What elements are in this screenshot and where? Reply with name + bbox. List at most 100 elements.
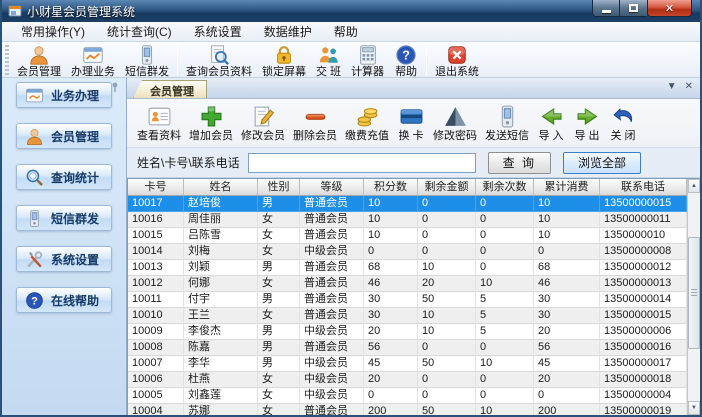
sidebar-item-online-help[interactable]: ? 在线帮助 <box>16 287 112 313</box>
menu-statistics-query[interactable]: 统计查询(C) <box>96 21 183 42</box>
toolbar-exit-system[interactable]: 退出系统 <box>430 43 484 79</box>
close-button[interactable]: ✕ <box>647 0 692 17</box>
member-toolbar-label: 关 闭 <box>610 130 636 142</box>
change-password-button[interactable]: 修改密码 <box>429 102 481 144</box>
table-cell: 付宇 <box>184 292 258 308</box>
menu-help[interactable]: 帮助 <box>323 21 369 42</box>
toolbar-query-member-info[interactable]: 查询会员资料 <box>181 43 257 79</box>
table-row[interactable]: 10013 刘颖男普通会员 68 10 0 68 13500000012 <box>128 260 687 276</box>
tab-member-management[interactable]: 会员管理 <box>133 80 207 98</box>
sidebar-item-system-settings[interactable]: 系统设置 <box>16 246 112 272</box>
app-window: 小财星会员管理系统 ✕ 常用操作(Y) 统计查询(C) 系统设置 数据维护 帮助… <box>0 0 702 417</box>
table-row[interactable]: 10009 李俊杰男中级会员 20 10 5 20 13500000006 <box>128 324 687 340</box>
column-header[interactable]: 性别 <box>258 179 300 196</box>
table-row[interactable]: 10012 何娜女普通会员 46 20 10 46 13500000013 <box>128 276 687 292</box>
table-header: 卡号 姓名 性别 等级 积分数 剩余金额 剩余次数 累计消费 联系电话 <box>128 179 687 196</box>
toolbar-help[interactable]: ? 帮助 <box>389 43 423 79</box>
column-header[interactable]: 联系电话 <box>600 179 687 196</box>
table-row[interactable]: 10017 赵培俊男普通会员 10 0 0 10 13500000015 <box>128 196 687 212</box>
maximize-button[interactable] <box>620 0 647 17</box>
delete-member-button[interactable]: 删除会员 <box>289 102 341 144</box>
recharge-button[interactable]: 缴费充值 <box>341 102 393 144</box>
sidebar-item-label: 系统设置 <box>51 252 100 267</box>
toolbar-shift-change[interactable]: 交 班 <box>311 43 346 79</box>
search-input[interactable] <box>247 152 476 173</box>
query-button[interactable]: 查 询 <box>487 151 552 174</box>
table-row[interactable]: 10007 李华男中级会员 45 50 10 45 13500000017 <box>128 356 687 372</box>
member-table: 卡号 姓名 性别 等级 积分数 剩余金额 剩余次数 累计消费 联系电话 10017 赵培俊男普通会… <box>127 178 700 415</box>
sidebar-item-sms-broadcast[interactable]: 短信群发 <box>16 205 112 231</box>
toolbar-lock-screen[interactable]: 锁定屏幕 <box>257 43 311 79</box>
column-header[interactable]: 卡号 <box>128 179 184 196</box>
sidebar-item-business[interactable]: 业务办理 <box>16 82 112 108</box>
change-card-button[interactable]: 换 卡 <box>393 102 429 144</box>
sidebar-item-label: 短信群发 <box>51 211 100 226</box>
scrollbar-thumb[interactable] <box>688 237 700 349</box>
member-toolbar-label: 增加会员 <box>189 130 233 142</box>
table-cell: 女 <box>258 388 300 404</box>
table-cell: 男 <box>258 324 300 340</box>
toolbar-member-management[interactable]: 会员管理 <box>12 43 66 79</box>
table-cell: 普通会员 <box>300 260 364 276</box>
table-cell: 刘颖 <box>184 260 258 276</box>
sidebar: 业务办理 会员管理 查询统计 短信群发 系统设置 ? 在线帮助 <box>2 78 127 415</box>
table-row[interactable]: 10006 杜燕女中级会员 20 0 0 20 13500000018 <box>128 372 687 388</box>
table-row[interactable]: 10015 吕陈雪女普通会员 10 0 0 10 1350000010 <box>128 228 687 244</box>
toolbar-calculator[interactable]: 计算器 <box>346 43 389 79</box>
menu-system-settings[interactable]: 系统设置 <box>183 21 253 42</box>
tab-close-icon[interactable]: ✕ <box>685 81 693 93</box>
table-cell: 13500000011 <box>600 212 687 228</box>
toolbar-label: 锁定屏幕 <box>262 66 306 78</box>
tab-dropdown-icon[interactable]: ▼ <box>667 81 677 93</box>
column-header[interactable]: 剩余金额 <box>418 179 476 196</box>
column-header[interactable]: 剩余次数 <box>476 179 534 196</box>
table-row[interactable]: 10008 陈嘉男普通会员 56 0 0 56 13500000016 <box>128 340 687 356</box>
sidebar-item-query-statistics[interactable]: 查询统计 <box>16 164 112 190</box>
table-row[interactable]: 10016 周佳丽女普通会员 10 0 0 10 13500000011 <box>128 212 687 228</box>
table-cell: 女 <box>258 212 300 228</box>
toolbar-sms-broadcast[interactable]: 短信群发 <box>120 43 174 79</box>
column-header[interactable]: 等级 <box>300 179 364 196</box>
table-row[interactable]: 10010 王兰女普通会员 30 10 5 30 13500000015 <box>128 308 687 324</box>
export-button[interactable]: 导 出 <box>569 102 605 144</box>
table-row[interactable]: 10011 付宇男普通会员 30 50 5 30 13500000014 <box>128 292 687 308</box>
table-cell: 女 <box>258 244 300 260</box>
scroll-up-icon[interactable]: ▲ <box>688 179 700 193</box>
browse-all-button[interactable]: 浏览全部 <box>563 151 642 174</box>
scroll-down-icon[interactable]: ▼ <box>688 401 700 415</box>
add-member-icon <box>197 103 225 130</box>
toolbar-business-handling[interactable]: 办理业务 <box>66 43 120 79</box>
column-header[interactable]: 积分数 <box>364 179 418 196</box>
import-button[interactable]: 导 入 <box>533 102 569 144</box>
change-password-icon <box>441 103 469 130</box>
table-cell: 56 <box>364 340 418 356</box>
pin-icon[interactable] <box>109 80 121 92</box>
table-row[interactable]: 10005 刘鑫莲女中级会员 0 0 0 0 13500000004 <box>128 388 687 404</box>
menu-data-maintenance[interactable]: 数据维护 <box>253 21 323 42</box>
edit-member-button[interactable]: 修改会员 <box>237 102 289 144</box>
business-icon <box>25 86 44 105</box>
table-row[interactable]: 10014 刘梅女中级会员 0 0 0 0 13500000008 <box>128 244 687 260</box>
table-cell: 13500000013 <box>600 276 687 292</box>
table-cell: 女 <box>258 228 300 244</box>
query-stats-icon <box>25 168 44 187</box>
sidebar-item-member-management[interactable]: 会员管理 <box>16 123 112 149</box>
table-cell: 50 <box>418 404 476 415</box>
table-cell: 0 <box>476 196 534 212</box>
close-panel-button[interactable]: 关 闭 <box>605 102 641 144</box>
minimize-button[interactable] <box>592 0 620 17</box>
send-sms-button[interactable]: 发送短信 <box>481 102 533 144</box>
table-cell: 普通会员 <box>300 340 364 356</box>
table-cell: 20 <box>364 372 418 388</box>
tab-controls: ▼ ✕ <box>667 81 693 93</box>
vertical-scrollbar[interactable]: ▲ ▼ <box>687 179 700 415</box>
table-row[interactable]: 10004 苏娜女普通会员 200 50 10 200 13500000019 <box>128 404 687 415</box>
column-header[interactable]: 累计消费 <box>534 179 600 196</box>
view-profile-button[interactable]: 查看资料 <box>133 102 185 144</box>
add-member-button[interactable]: 增加会员 <box>185 102 237 144</box>
table-cell: 刘鑫莲 <box>184 388 258 404</box>
table-cell: 普通会员 <box>300 308 364 324</box>
column-header[interactable]: 姓名 <box>184 179 258 196</box>
menu-common-operations[interactable]: 常用操作(Y) <box>10 21 96 42</box>
sidebar-item-label: 会员管理 <box>51 129 100 144</box>
